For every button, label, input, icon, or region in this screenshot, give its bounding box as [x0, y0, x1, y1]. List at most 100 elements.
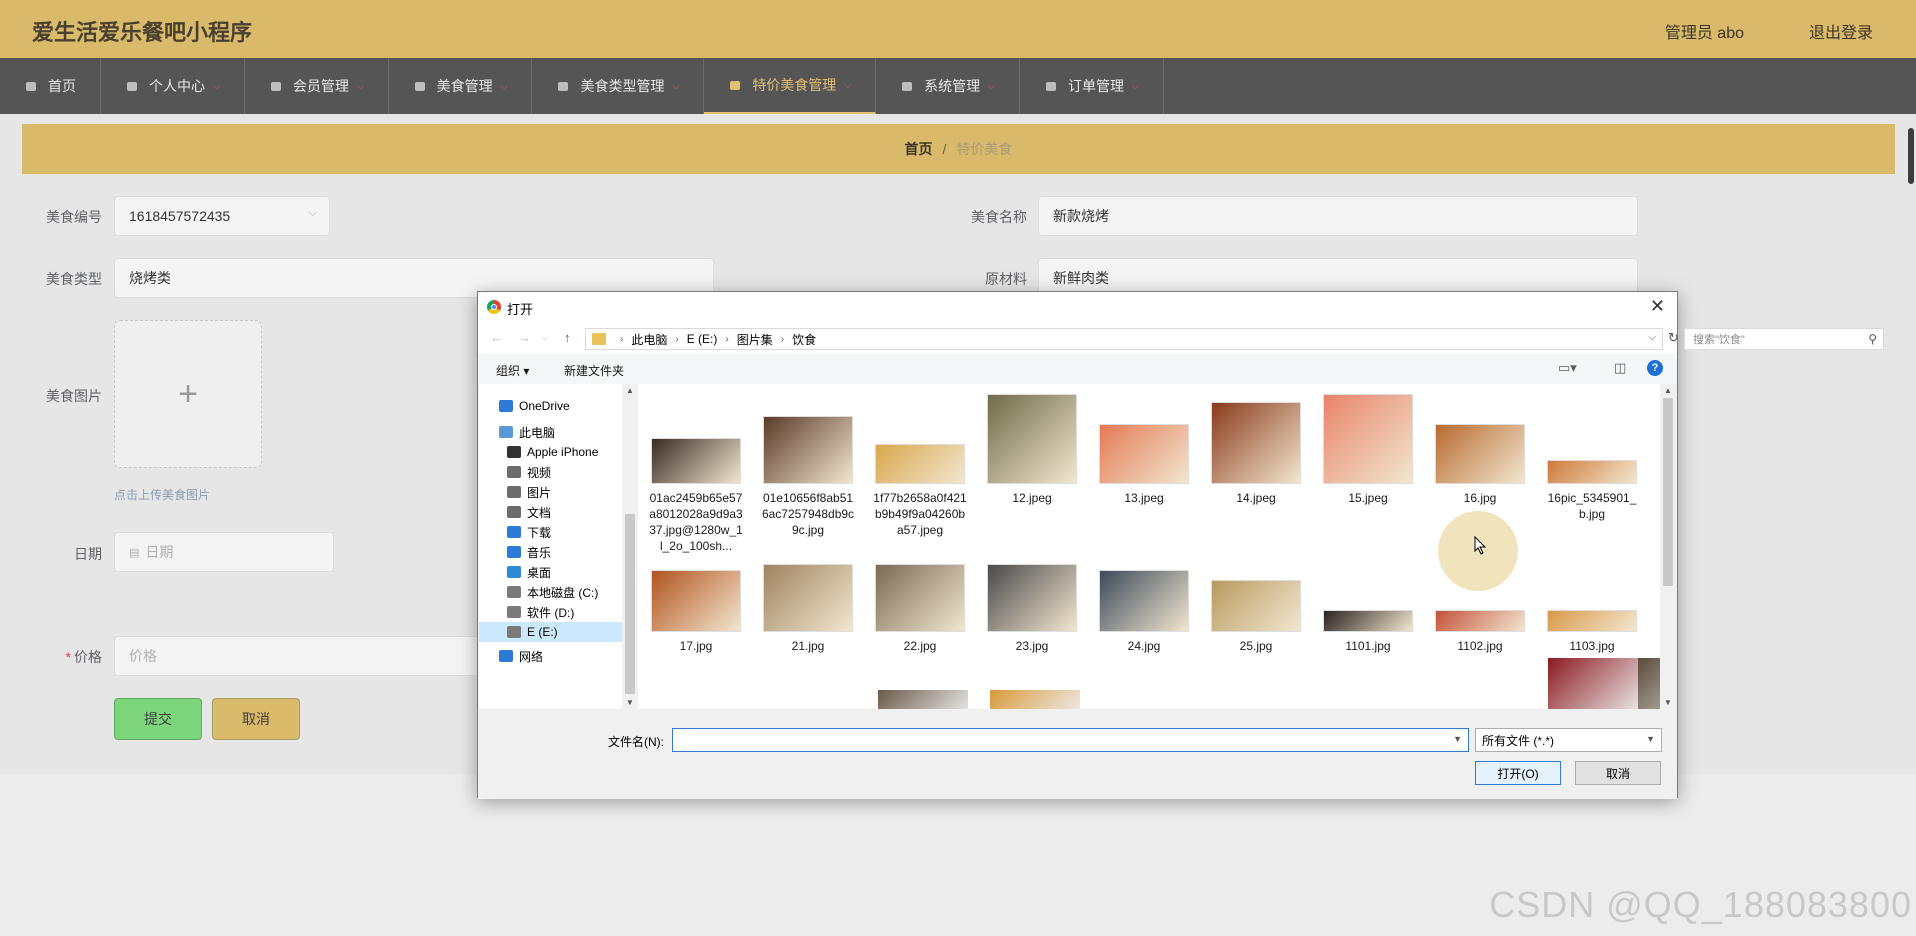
help-icon[interactable]: ? — [1647, 360, 1663, 376]
tree-item[interactable]: OneDrive — [479, 396, 622, 416]
up-icon[interactable]: ↑ — [564, 330, 571, 345]
files-scrollbar[interactable]: ▲ ▼ — [1660, 384, 1676, 709]
filetype-select[interactable]: 所有文件 (*.*) ▼ — [1475, 728, 1662, 752]
file-item[interactable]: 14.jpeg — [1208, 402, 1304, 506]
file-thumbnail — [763, 416, 853, 484]
tree-item[interactable]: 桌面 — [479, 562, 622, 582]
price-label: * 价格 — [22, 647, 102, 667]
close-icon[interactable]: ✕ — [1650, 296, 1665, 317]
path-segment[interactable]: 饮食 — [792, 331, 816, 348]
chevron-right-icon[interactable]: › — [620, 334, 623, 345]
file-item[interactable]: 1101.jpg — [1320, 610, 1416, 654]
view-options-icon[interactable]: ▭▾ — [1558, 360, 1577, 376]
breadcrumb-home[interactable]: 首页 — [905, 139, 933, 159]
logout-link[interactable]: 退出登录 — [1809, 19, 1873, 43]
file-thumbnail[interactable] — [878, 690, 968, 709]
file-item[interactable]: 25.jpg — [1208, 580, 1304, 654]
refresh-icon[interactable]: ↻ — [1668, 330, 1679, 346]
path-segment[interactable]: E (E:) — [687, 332, 718, 346]
tree-item[interactable]: 文档 — [479, 502, 622, 522]
file-item[interactable]: 23.jpg — [984, 564, 1080, 654]
new-folder-button[interactable]: 新建文件夹 — [564, 362, 624, 379]
cancel-button[interactable]: 取消 — [212, 698, 300, 740]
file-thumbnail[interactable] — [990, 690, 1080, 709]
file-item[interactable]: 22.jpg — [872, 564, 968, 654]
file-item[interactable]: 01ac2459b65e57a8012028a9d9a337.jpg@1280w… — [648, 438, 744, 554]
scroll-down-icon[interactable]: ▼ — [1664, 698, 1672, 707]
recent-dropdown-icon[interactable]: ⌵ — [542, 333, 548, 343]
back-icon[interactable]: ← — [490, 330, 503, 345]
tree-item[interactable]: 下载 — [479, 522, 622, 542]
chevron-down-icon[interactable]: ⌵ — [1648, 332, 1656, 343]
code-select[interactable]: 1618457572435 ⌵ — [114, 196, 330, 236]
chevron-down-icon: ⌵ — [988, 80, 995, 91]
path-segment[interactable]: 图片集 — [737, 331, 773, 348]
ticket-icon — [900, 79, 914, 93]
nav-item-5[interactable]: 特价美食管理 ⌵ — [704, 58, 877, 114]
tree-item[interactable]: 图片 — [479, 482, 622, 502]
tree-item[interactable]: 音乐 — [479, 542, 622, 562]
file-item[interactable]: 24.jpg — [1096, 570, 1192, 654]
code-value: 1618457572435 — [129, 208, 231, 224]
file-item[interactable]: 17.jpg — [648, 570, 744, 654]
chevron-down-icon[interactable]: ▼ — [1453, 734, 1462, 744]
file-name: 1101.jpg — [1345, 639, 1391, 653]
file-thumbnail[interactable] — [1548, 658, 1638, 709]
tree-item[interactable]: E (E:) — [479, 622, 622, 642]
page-scrollbar[interactable] — [1908, 128, 1914, 184]
scroll-up-icon[interactable]: ▲ — [1664, 386, 1672, 395]
chevron-right-icon[interactable]: › — [781, 334, 784, 345]
file-name: 24.jpg — [1127, 639, 1161, 653]
file-item[interactable]: 16.jpg — [1432, 424, 1528, 506]
tree-item[interactable]: 此电脑 — [479, 422, 622, 442]
tree-item[interactable]: 网络 — [479, 646, 622, 666]
file-item[interactable]: 1102.jpg — [1432, 610, 1528, 654]
scroll-up-icon[interactable]: ▲ — [626, 386, 634, 395]
file-item[interactable]: 12.jpeg — [984, 394, 1080, 506]
file-thumbnail[interactable] — [1638, 658, 1660, 709]
address-bar[interactable]: › 此电脑 › E (E:) › 图片集 › 饮食 ⌵ — [585, 328, 1663, 350]
scroll-down-icon[interactable]: ▼ — [626, 698, 634, 707]
submit-button[interactable]: 提交 — [114, 698, 202, 740]
path-segment[interactable]: 此电脑 — [631, 331, 667, 348]
dialog-titlebar: 打开 ✕ — [478, 292, 1677, 322]
tree-scroll-thumb[interactable] — [625, 514, 635, 694]
network-icon — [499, 650, 513, 662]
file-item[interactable]: 1f77b2658a0f421b9b49f9a04260ba57.jpeg — [872, 444, 968, 538]
tree-item[interactable]: Apple iPhone — [479, 442, 622, 462]
search-input[interactable]: 搜索"饮食" ⚲ — [1684, 328, 1884, 350]
nav-item-2[interactable]: 会员管理 ⌵ — [245, 58, 389, 114]
file-item[interactable]: 1103.jpg — [1544, 610, 1640, 654]
nav-item-7[interactable]: 订单管理 ⌵ — [1020, 58, 1164, 114]
nav-item-3[interactable]: 美食管理 ⌵ — [389, 58, 533, 114]
preview-pane-icon[interactable]: ◫ — [1614, 360, 1626, 376]
tree-item[interactable]: 软件 (D:) — [479, 602, 622, 622]
tree-item[interactable]: 本地磁盘 (C:) — [479, 582, 622, 602]
file-item[interactable]: 15.jpeg — [1320, 394, 1416, 506]
nav-item-0[interactable]: 首页 — [0, 58, 101, 114]
date-picker[interactable]: ▤ 日期 — [114, 532, 334, 572]
tree-scrollbar[interactable]: ▲ ▼ — [622, 384, 638, 709]
file-item[interactable]: 13.jpeg — [1096, 424, 1192, 506]
forward-icon[interactable]: → — [518, 330, 531, 345]
nav-item-label: 首页 — [48, 78, 76, 94]
open-button[interactable]: 打开(O) — [1475, 761, 1561, 785]
filename-input[interactable]: ▼ — [672, 728, 1469, 752]
nav-item-4[interactable]: 美食类型管理 ⌵ — [532, 58, 705, 114]
name-input[interactable]: 新款烧烤 — [1038, 196, 1638, 236]
chevron-right-icon[interactable]: › — [725, 334, 728, 345]
chevron-down-icon: ▼ — [1646, 734, 1655, 744]
file-item[interactable]: 21.jpg — [760, 564, 856, 654]
organize-button[interactable]: 组织 ▾ — [496, 362, 529, 379]
tree-item-label: 视频 — [527, 465, 552, 480]
nav-item-6[interactable]: 系统管理 ⌵ — [876, 58, 1020, 114]
file-name: 15.jpeg — [1348, 491, 1388, 505]
chevron-right-icon[interactable]: › — [675, 334, 678, 345]
tree-item[interactable]: 视频 — [479, 462, 622, 482]
file-item[interactable]: 16pic_5345901_b.jpg — [1544, 460, 1640, 522]
dialog-cancel-button[interactable]: 取消 — [1575, 761, 1661, 785]
image-upload-box[interactable]: + — [114, 320, 262, 468]
files-scroll-thumb[interactable] — [1663, 398, 1673, 586]
nav-item-1[interactable]: 个人中心 ⌵ — [101, 58, 245, 114]
file-item[interactable]: 01e10656f8ab516ac7257948db9c9c.jpg — [760, 416, 856, 538]
